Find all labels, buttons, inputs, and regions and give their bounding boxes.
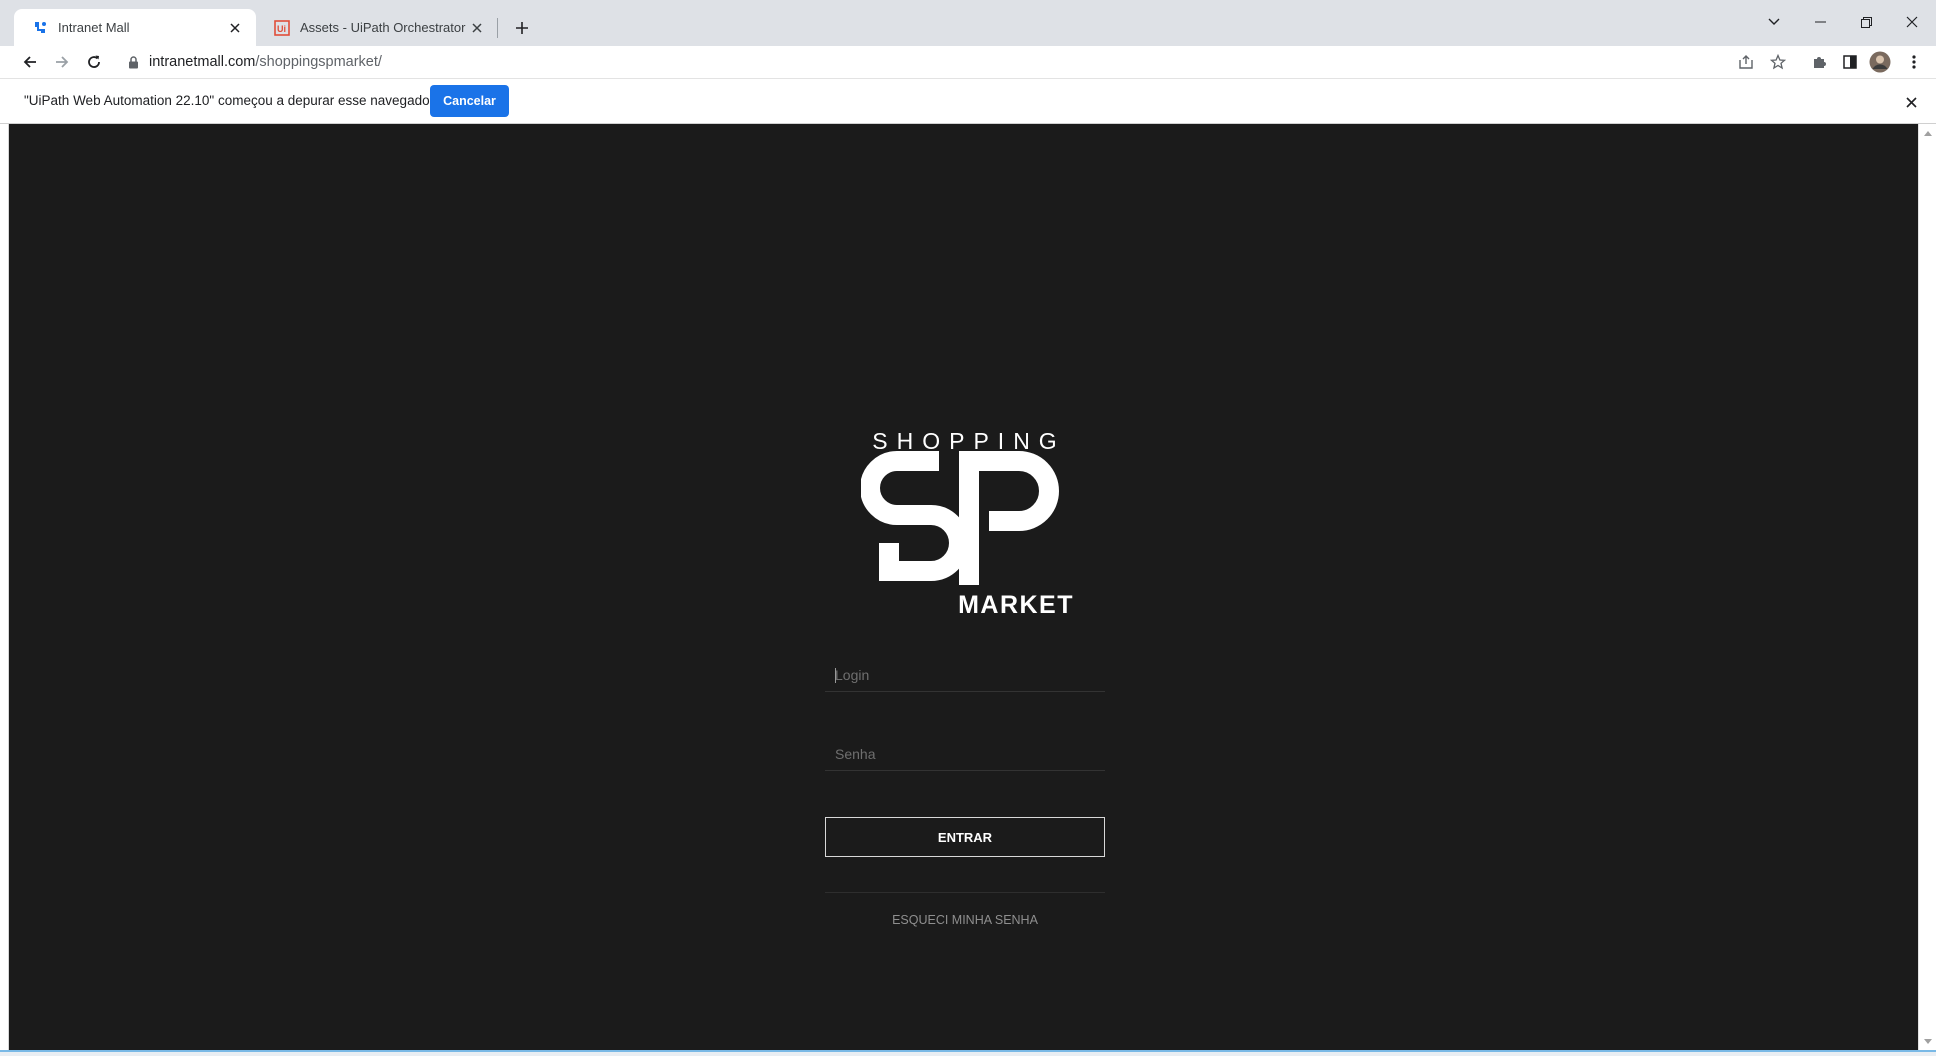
- tab-title: Assets - UiPath Orchestrator: [300, 20, 466, 35]
- close-infobar-icon[interactable]: [1900, 91, 1922, 113]
- forward-button[interactable]: [48, 48, 76, 76]
- reload-button[interactable]: [80, 48, 108, 76]
- login-input[interactable]: [825, 658, 1105, 691]
- vertical-scrollbar[interactable]: [1918, 124, 1936, 1050]
- browser-menu-icon[interactable]: [1900, 48, 1928, 76]
- logo-shopping-text: SHOPPING: [872, 428, 1065, 454]
- svg-text:Ui: Ui: [277, 24, 286, 34]
- scroll-up-icon[interactable]: [1923, 128, 1933, 138]
- back-button[interactable]: [16, 48, 44, 76]
- logo-market-text: MARKET: [958, 591, 1074, 615]
- close-tab-icon[interactable]: [468, 19, 486, 37]
- restore-button[interactable]: [1843, 8, 1889, 36]
- logo-p-stroke: [959, 451, 1059, 585]
- uipath-logo-icon: Ui: [274, 19, 290, 36]
- infobar-message: "UiPath Web Automation 22.10" começou a …: [24, 93, 435, 108]
- side-panel-icon[interactable]: [1836, 48, 1864, 76]
- login-field[interactable]: [825, 658, 1105, 692]
- text-caret: [835, 668, 836, 683]
- taskbar-edge: [0, 1050, 1936, 1056]
- share-icon[interactable]: [1732, 48, 1760, 76]
- password-field[interactable]: [825, 737, 1105, 771]
- logo-s-stroke: [861, 451, 969, 581]
- profile-avatar[interactable]: [1866, 48, 1894, 76]
- form-divider: [825, 892, 1105, 893]
- tab-title: Intranet Mall: [58, 20, 130, 35]
- extensions-puzzle-icon[interactable]: [1805, 48, 1833, 76]
- browser-tab-strip: Intranet Mall Ui Assets - UiPath Orchest…: [0, 0, 1936, 46]
- debugging-infobar: "UiPath Web Automation 22.10" começou a …: [0, 78, 1936, 124]
- intranet-logo-icon: [32, 20, 48, 36]
- url-host: intranetmall.com: [149, 54, 256, 70]
- tab-assets-uipath-orchestrator[interactable]: Ui Assets - UiPath Orchestrator: [256, 9, 498, 46]
- tab-separator: [497, 18, 498, 38]
- cancel-debugging-button[interactable]: Cancelar: [430, 85, 509, 117]
- url-path: /shoppingspmarket/: [255, 54, 382, 70]
- minimize-button[interactable]: [1797, 8, 1843, 36]
- address-bar[interactable]: intranetmall.com/shoppingspmarket/: [116, 47, 1796, 77]
- forgot-password-link[interactable]: ESQUECI MINHA SENHA: [825, 913, 1105, 927]
- login-page: SHOPPING MARKET ENTRAR ESQUECI MINHA SEN…: [9, 124, 1918, 1050]
- close-tab-icon[interactable]: [226, 19, 244, 37]
- left-window-edge: [0, 124, 9, 1056]
- new-tab-button[interactable]: [508, 14, 536, 42]
- close-window-button[interactable]: [1889, 8, 1935, 36]
- scroll-down-icon[interactable]: [1923, 1036, 1933, 1046]
- url-text: intranetmall.com/shoppingspmarket/: [149, 54, 382, 70]
- lock-icon[interactable]: [128, 55, 139, 69]
- entrar-button[interactable]: ENTRAR: [825, 817, 1105, 857]
- tab-search-button[interactable]: [1751, 8, 1797, 36]
- bookmark-star-icon[interactable]: [1764, 48, 1792, 76]
- shopping-sp-market-logo: SHOPPING MARKET: [861, 428, 1074, 615]
- browser-toolbar: intranetmall.com/shoppingspmarket/: [0, 46, 1936, 78]
- password-input[interactable]: [825, 737, 1105, 770]
- tab-intranet-mall[interactable]: Intranet Mall: [14, 9, 256, 46]
